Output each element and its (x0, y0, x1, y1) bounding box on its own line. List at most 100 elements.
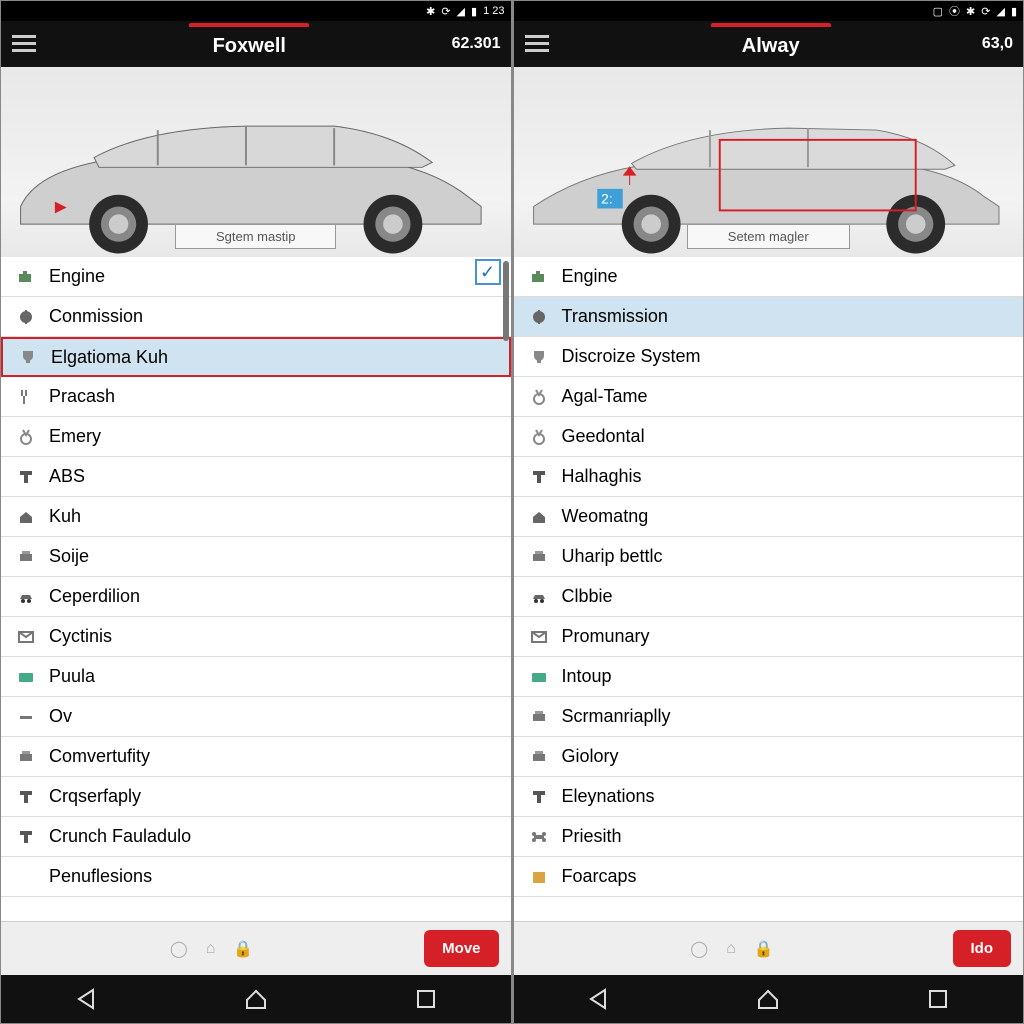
vehicle-diagram: 2: Setem magler (514, 67, 1024, 257)
list-item[interactable]: Crunch Fauladulo (1, 817, 511, 857)
list-item[interactable]: Puula (1, 657, 511, 697)
list-item[interactable]: Kuh (1, 497, 511, 537)
list-item[interactable]: Clbbie (514, 577, 1024, 617)
list-item-label: Puula (49, 666, 95, 687)
list-item[interactable]: Promunary (514, 617, 1024, 657)
list-item[interactable]: Discroize System (514, 337, 1024, 377)
list-item[interactable]: Transmission (514, 297, 1024, 337)
list-item[interactable]: Agal-Tame (514, 377, 1024, 417)
tee-icon (15, 466, 37, 488)
list-item-label: Foarcaps (562, 866, 637, 887)
app-bar: Alway 63,0 (514, 21, 1024, 67)
list-item-label: Cyctinis (49, 626, 112, 647)
list-item[interactable]: Cyctinis (1, 617, 511, 657)
list-item[interactable]: Geedontal (514, 417, 1024, 457)
list-item[interactable]: Engine (1, 257, 511, 297)
footer-globe-icon[interactable]: ◯ (170, 939, 188, 959)
home-button[interactable] (236, 979, 276, 1019)
footer-lock-icon[interactable]: 🔒 (233, 939, 253, 959)
list-item[interactable]: Giolory (514, 737, 1024, 777)
move-button[interactable]: Move (424, 930, 498, 967)
ctrl-icon (15, 306, 37, 328)
ctrl-icon (528, 306, 550, 328)
vehicle-diagram: Sgtem mastip (1, 67, 511, 257)
footer-bar: ◯ ⌂ 🔒 Ido (514, 921, 1024, 975)
sync-icon: ⟳ (981, 5, 990, 18)
medal-icon (528, 426, 550, 448)
list-item-label: Comvertufity (49, 746, 150, 767)
header-number: 63,0 (982, 35, 1023, 53)
list-item[interactable]: Uharip bettlc (514, 537, 1024, 577)
app-bar: Foxwell 62.301 (1, 21, 511, 67)
list-item[interactable]: Elgatioma Kuh (1, 337, 511, 377)
car-icon (15, 586, 37, 608)
list-item[interactable]: Pracash (1, 377, 511, 417)
list-item[interactable]: Crqserfaply (1, 777, 511, 817)
list-item[interactable]: Conmission (1, 297, 511, 337)
list-item-label: Kuh (49, 506, 81, 527)
footer-toolbox-icon[interactable]: ⌂ (726, 940, 736, 958)
list-item[interactable]: Soije (1, 537, 511, 577)
phone-right: ▢ ⦿ ✱ ⟳ ◢ ▮ Alway 63,0 (513, 0, 1024, 1024)
battery-icon: ▮ (471, 5, 477, 18)
action-button[interactable]: Ido (953, 930, 1012, 967)
footer-globe-icon[interactable]: ◯ (690, 939, 708, 959)
list-item[interactable]: Engine (514, 257, 1024, 297)
back-button[interactable] (66, 979, 106, 1019)
bone-icon (528, 826, 550, 848)
status-bar: ✱ ⟳ ◢ ▮ 1 23 (1, 1, 511, 21)
page-title: Foxwell (185, 23, 314, 66)
list-item[interactable]: Foarcaps (514, 857, 1024, 897)
footer-toolbox-icon[interactable]: ⌂ (206, 940, 216, 958)
list-item[interactable]: Penuflesions (1, 857, 511, 897)
android-nav-bar (514, 975, 1024, 1023)
list-item[interactable]: Ov (1, 697, 511, 737)
list-item-label: Halhaghis (562, 466, 642, 487)
list-item[interactable]: Weomatng (514, 497, 1024, 537)
menu-button[interactable] (1, 35, 47, 53)
footer-bar: ◯ ⌂ 🔒 Move (1, 921, 511, 975)
fork-icon (15, 386, 37, 408)
battery-icon: ▮ (1011, 5, 1017, 18)
tee-icon (15, 826, 37, 848)
medal-icon (15, 426, 37, 448)
sync-icon: ⟳ (441, 5, 450, 18)
list-item[interactable]: Halhaghis (514, 457, 1024, 497)
back-button[interactable] (578, 979, 618, 1019)
select-all-checkbox[interactable]: ✓ (475, 259, 501, 285)
list-item-label: Conmission (49, 306, 143, 327)
bluetooth-icon: ✱ (966, 5, 975, 18)
medal-icon (528, 386, 550, 408)
list-item-label: Promunary (562, 626, 650, 647)
printer-icon (528, 706, 550, 728)
list-item-label: Giolory (562, 746, 619, 767)
list-item-label: Uharip bettlc (562, 546, 663, 567)
list-item[interactable]: Scrmanriaplly (514, 697, 1024, 737)
list-item[interactable]: Priesith (514, 817, 1024, 857)
list-item[interactable]: Ceperdilion (1, 577, 511, 617)
recent-button[interactable] (406, 979, 446, 1019)
list-item-label: Scrmanriaplly (562, 706, 671, 727)
scrollbar[interactable] (503, 261, 509, 341)
menu-button[interactable] (514, 35, 560, 53)
list-item-label: Penuflesions (49, 866, 152, 887)
recent-button[interactable] (918, 979, 958, 1019)
list-item[interactable]: Intoup (514, 657, 1024, 697)
android-nav-bar (1, 975, 511, 1023)
list-item[interactable]: ABS (1, 457, 511, 497)
list-item-label: Transmission (562, 306, 668, 327)
car-icon (528, 586, 550, 608)
list-item[interactable]: Emery (1, 417, 511, 457)
list-item-label: Ceperdilion (49, 586, 140, 607)
list-item-label: Crqserfaply (49, 786, 141, 807)
card-icon (15, 666, 37, 688)
list-item-label: Engine (562, 266, 618, 287)
status-time: 1 23 (483, 5, 504, 17)
list-item[interactable]: Eleynations (514, 777, 1024, 817)
list-item[interactable]: Comvertufity (1, 737, 511, 777)
list-item-label: Pracash (49, 386, 115, 407)
printer-icon (15, 546, 37, 568)
footer-lock-icon[interactable]: 🔒 (754, 939, 774, 959)
list-item-label: ABS (49, 466, 85, 487)
home-button[interactable] (748, 979, 788, 1019)
